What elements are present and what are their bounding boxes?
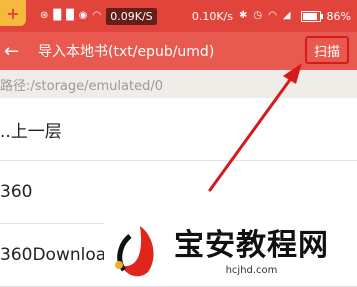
network-speed-right: 0.10K/s (191, 9, 233, 23)
wifi-icon: ◠ (92, 10, 102, 21)
app-toolbar: ← 导入本地书(txt/epub/umd) 扫描 (0, 32, 357, 70)
battery-percent: 86% (326, 9, 351, 23)
battery-fill (302, 12, 317, 20)
battery-icon (300, 10, 323, 22)
current-path: 路径:/storage/emulated/0 (0, 78, 164, 94)
page-title: 导入本地书(txt/epub/umd) (38, 44, 215, 60)
watermark-text: 宝安教程网 hcjhd.com (174, 227, 329, 276)
status-bar-right: 0.10K/s ✱ ◷ ◠ ◢ 86% (192, 10, 351, 23)
status-bar: ⊛ █ █ ◉ ◠ 0.09K/S 0.10K/s ✱ ◷ ◠ ◢ 86% (0, 0, 357, 32)
watermark: 宝安教程网 hcjhd.com (104, 218, 357, 286)
app-notification-icon: █ (53, 10, 62, 21)
bluetooth-icon: ✱ (238, 10, 248, 21)
app-notification-icon-2: █ (66, 10, 74, 21)
back-arrow-icon[interactable]: ← (0, 41, 32, 62)
scan-button[interactable]: 扫描 (305, 36, 349, 64)
list-item-label: 360Downloac (0, 245, 116, 265)
list-item-360[interactable]: 360 (0, 161, 357, 224)
path-bar: 路径:/storage/emulated/0 (0, 70, 357, 98)
wifi-signal-icon: ◠ (268, 10, 277, 21)
alarm-icon: ◷ (253, 10, 263, 21)
network-speed-left: 0.09K/S (106, 7, 157, 25)
list-item-parent-folder[interactable]: ..上一层 (0, 98, 357, 161)
list-item-label: ..上一层 (0, 121, 62, 142)
watermark-url: hcjhd.com (225, 264, 278, 276)
watermark-logo-icon (115, 226, 154, 277)
app-logo: + (0, 0, 26, 26)
notification-icon: ⊛ (40, 10, 49, 21)
signal-icon: ◢ (282, 10, 291, 21)
watermark-title: 宝安教程网 (174, 227, 329, 263)
list-item-label: 360 (0, 182, 33, 202)
penguin-icon: ◉ (78, 10, 88, 21)
